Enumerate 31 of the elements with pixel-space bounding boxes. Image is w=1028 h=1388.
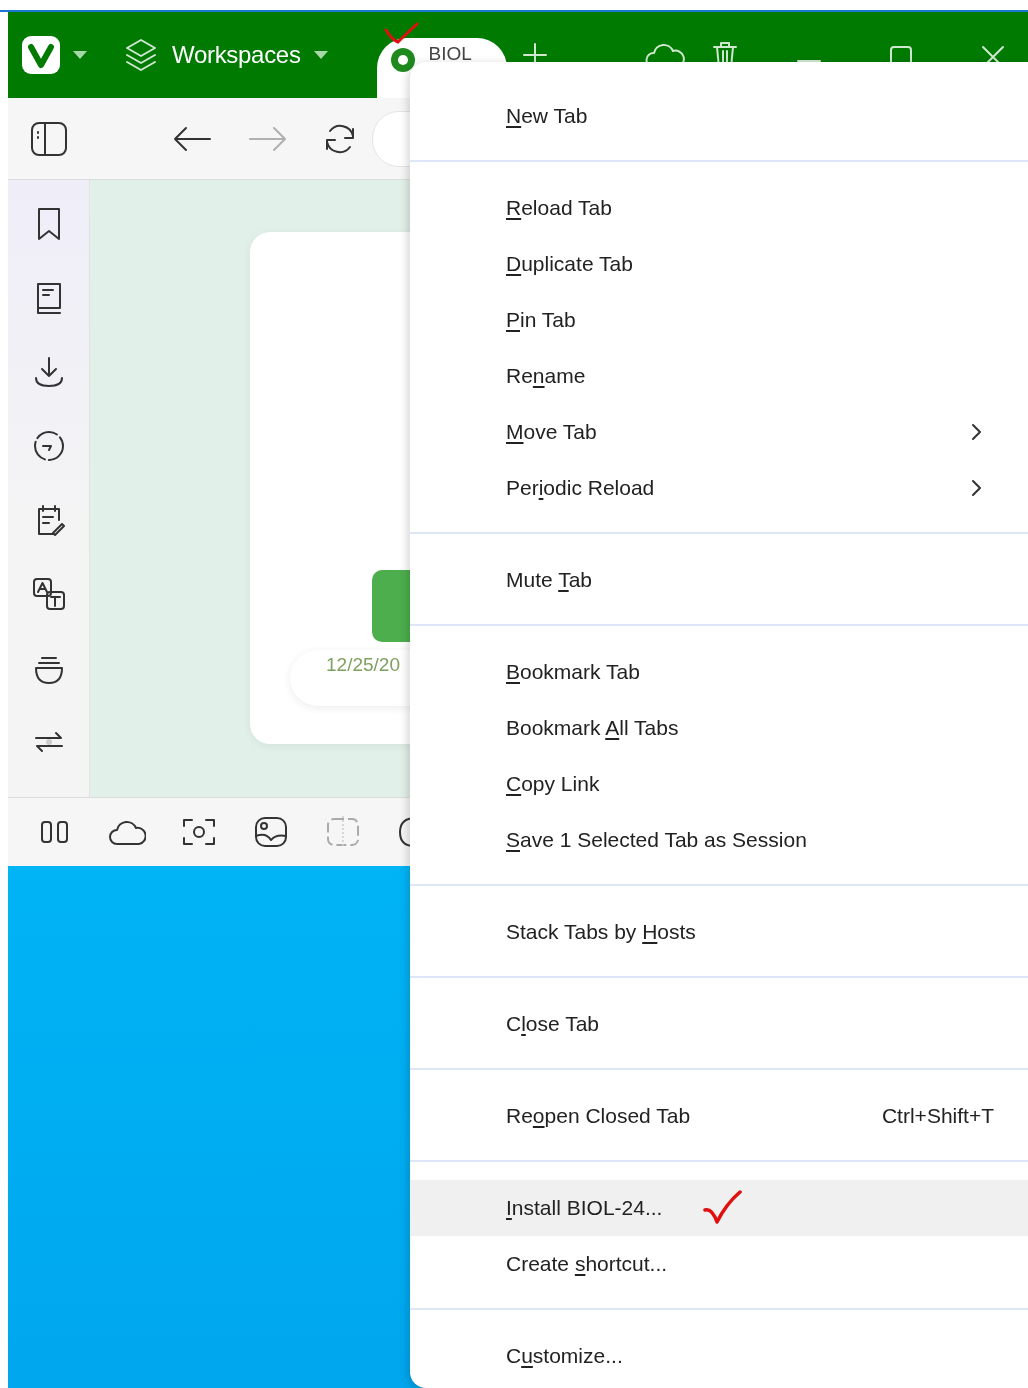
menu-item[interactable]: Bookmark All Tabs xyxy=(410,700,1028,756)
menu-item[interactable]: Reopen Closed Tab Ctrl+Shift+T xyxy=(410,1088,1028,1144)
menu-item[interactable]: Rename xyxy=(410,348,1028,404)
caret-icon[interactable] xyxy=(72,50,88,60)
panel-toggle-icon[interactable] xyxy=(30,119,68,158)
menu-item[interactable]: Stack Tabs by Hosts xyxy=(410,904,1028,960)
date-text: 12/25/20 xyxy=(326,654,400,676)
menu-item[interactable]: Duplicate Tab xyxy=(410,236,1028,292)
app-logo[interactable] xyxy=(22,36,60,74)
caret-icon[interactable] xyxy=(312,50,329,60)
check-mark-icon xyxy=(702,1190,745,1226)
menu-item[interactable]: Copy Link xyxy=(410,756,1028,812)
tab-title: BIOL xyxy=(428,44,472,64)
workspaces-label[interactable]: Workspaces xyxy=(172,41,301,69)
menu-item[interactable]: Pin Tab xyxy=(410,292,1028,348)
menu-item[interactable]: Install BIOL-24... xyxy=(410,1180,1028,1236)
menu-item[interactable]: Bookmark Tab xyxy=(410,644,1028,700)
menu-item[interactable]: Create shortcut... xyxy=(410,1236,1028,1292)
shortcut-text: Ctrl+Shift+T xyxy=(881,1104,994,1128)
menu-item[interactable]: Save 1 Selected Tab as Session xyxy=(410,812,1028,868)
menu-item[interactable]: Move Tab xyxy=(410,404,1028,460)
menu-item[interactable]: Customize... xyxy=(410,1328,1028,1384)
menu-item[interactable]: Close Tab xyxy=(410,996,1028,1052)
menu-item[interactable]: New Tab xyxy=(410,88,1028,144)
menu-item[interactable]: Mute Tab xyxy=(410,552,1028,608)
translate-icon[interactable] xyxy=(30,576,67,612)
menu-item[interactable]: Reload Tab xyxy=(410,180,1028,236)
image-icon[interactable] xyxy=(252,814,290,850)
menu-item[interactable]: Periodic Reload xyxy=(410,460,1028,516)
layers-icon[interactable] xyxy=(124,37,158,73)
site-icon xyxy=(388,46,417,74)
